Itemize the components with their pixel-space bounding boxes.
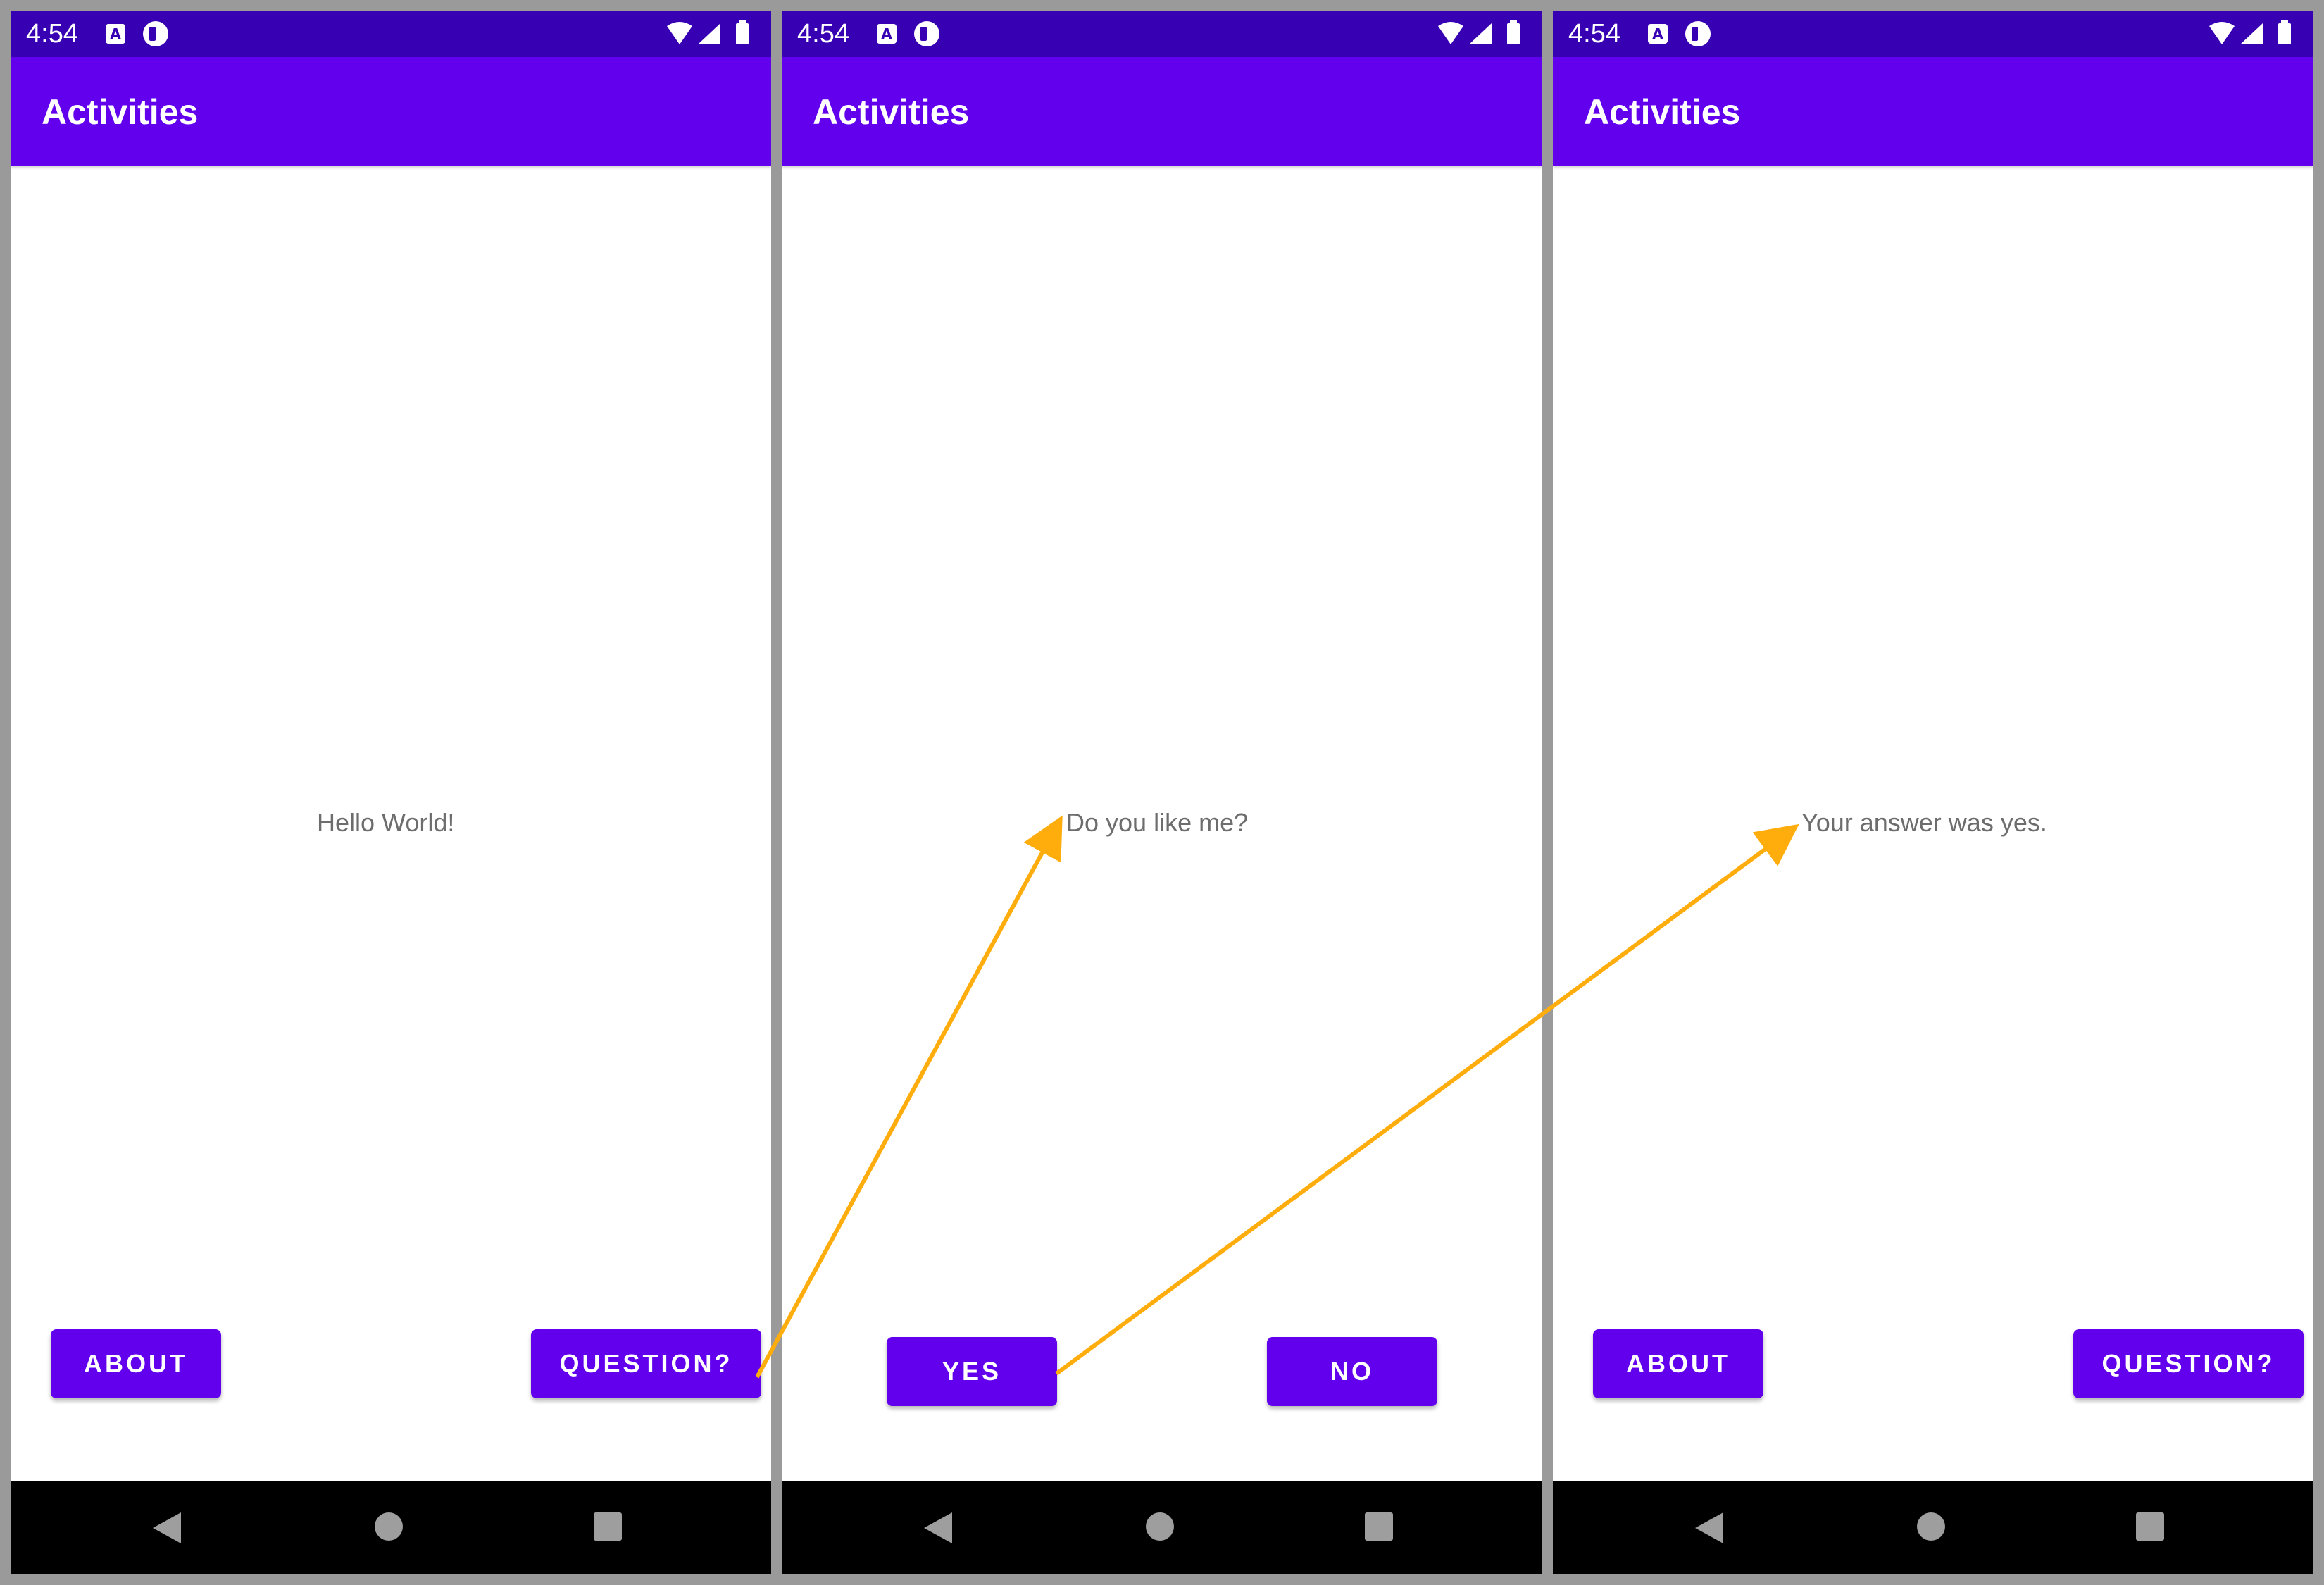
question-button[interactable]: QUESTION? (531, 1329, 761, 1398)
back-icon[interactable] (151, 1511, 182, 1545)
home-icon[interactable] (1916, 1511, 1947, 1542)
system-status-icons (666, 20, 757, 47)
hello-text: Hello World! (317, 808, 455, 837)
app-title: Activities (813, 92, 970, 132)
home-icon[interactable] (373, 1511, 404, 1542)
battery-icon (736, 23, 749, 44)
navigation-bar (1553, 1481, 2313, 1574)
status-time: 4:54 (1568, 19, 1620, 49)
back-icon[interactable] (1694, 1511, 1725, 1545)
wifi-icon (2209, 22, 2235, 44)
status-time: 4:54 (797, 19, 849, 49)
app-bar: Activities (782, 57, 1542, 166)
accessibility-a-icon: A (1648, 24, 1668, 44)
system-status-icons (1437, 20, 1528, 47)
app-notification-icon (1685, 21, 1711, 46)
phone-screen-1: 4:54 A Activities Hello World! ABOUT QUE… (11, 11, 771, 1574)
app-title: Activities (1584, 92, 1741, 132)
about-button[interactable]: ABOUT (1593, 1329, 1763, 1398)
cellular-signal-icon (698, 23, 720, 44)
status-bar: 4:54 A (11, 11, 771, 57)
answer-text: Your answer was yes. (1801, 808, 2047, 837)
phone-screen-3: 4:54 A Activities Your answer was yes. A… (1553, 11, 2313, 1574)
status-bar: 4:54 A (782, 11, 1542, 57)
app-bar: Activities (1553, 57, 2313, 166)
app-notification-icon (143, 21, 168, 46)
recents-icon[interactable] (592, 1511, 623, 1542)
yes-button[interactable]: YES (887, 1337, 1057, 1406)
recents-icon[interactable] (2135, 1511, 2166, 1542)
status-time: 4:54 (26, 19, 78, 49)
cellular-signal-icon (1469, 23, 1492, 44)
app-bar: Activities (11, 57, 771, 166)
question-button[interactable]: QUESTION? (2073, 1329, 2304, 1398)
question-text: Do you like me? (1066, 808, 1249, 837)
battery-icon (2278, 23, 2291, 44)
wifi-icon (667, 22, 692, 44)
navigation-bar (11, 1481, 771, 1574)
system-status-icons (2208, 20, 2299, 47)
accessibility-a-icon: A (877, 24, 897, 44)
status-bar: 4:54 A (1553, 11, 2313, 57)
no-button[interactable]: NO (1267, 1337, 1437, 1406)
recents-icon[interactable] (1363, 1511, 1394, 1542)
wifi-icon (1438, 22, 1463, 44)
cellular-signal-icon (2240, 23, 2263, 44)
phone-screen-2: 4:54 A Activities Do you like me? YES NO (782, 11, 1542, 1574)
app-notification-icon (914, 21, 939, 46)
back-icon[interactable] (923, 1511, 954, 1545)
battery-icon (1507, 23, 1520, 44)
about-button[interactable]: ABOUT (51, 1329, 221, 1398)
app-title: Activities (42, 92, 199, 132)
home-icon[interactable] (1144, 1511, 1175, 1542)
accessibility-a-icon: A (106, 24, 125, 44)
navigation-bar (782, 1481, 1542, 1574)
